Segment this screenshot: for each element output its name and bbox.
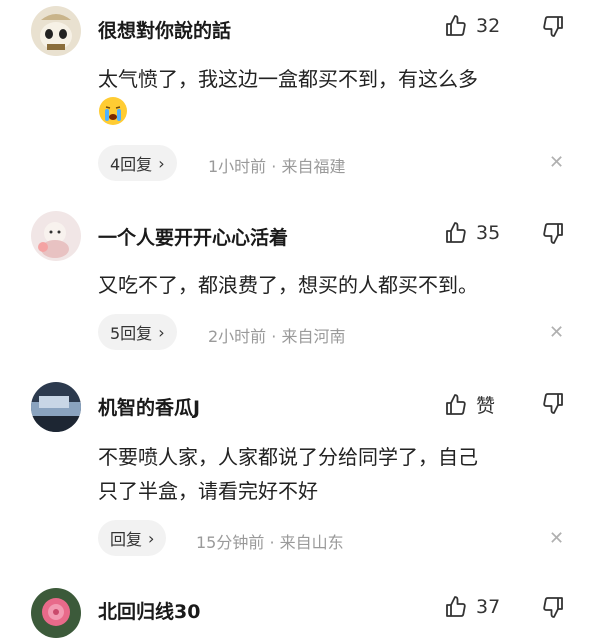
crying-emoji-icon xyxy=(98,96,128,136)
meta-separator: · xyxy=(271,327,277,346)
thumbs-down-icon xyxy=(541,14,565,38)
thumbs-up-icon xyxy=(444,221,468,245)
chevron-right-icon: › xyxy=(158,153,165,173)
comment-meta: 15分钟前 · 来自山东 xyxy=(196,529,344,553)
reply-button[interactable]: 回复 › xyxy=(98,520,167,556)
like-button[interactable]: 35 xyxy=(444,221,500,245)
comment-time: 15分钟前 xyxy=(196,533,265,552)
like-count: 32 xyxy=(476,15,501,37)
comment-location: 来自福建 xyxy=(281,157,346,176)
avatar[interactable] xyxy=(31,382,81,432)
thumbs-down-icon xyxy=(541,391,565,415)
dislike-button[interactable] xyxy=(541,14,565,38)
thumbs-down-icon xyxy=(541,595,565,619)
username[interactable]: 很想對你說的話 xyxy=(98,16,231,43)
comment-time: 2小时前 xyxy=(208,327,267,346)
comment-meta: 2小时前 · 来自河南 xyxy=(208,323,345,347)
reply-button[interactable]: 4回复 › xyxy=(98,145,177,181)
close-icon[interactable]: ✕ xyxy=(549,322,564,343)
like-count: 37 xyxy=(476,596,501,618)
like-button[interactable]: 37 xyxy=(444,595,500,619)
close-icon[interactable]: ✕ xyxy=(549,528,564,549)
chevron-right-icon: › xyxy=(148,528,155,548)
dislike-button[interactable] xyxy=(541,391,565,415)
avatar[interactable] xyxy=(31,588,81,638)
thumbs-up-icon xyxy=(444,595,468,619)
comment-meta: 1小时前 · 来自福建 xyxy=(208,153,345,177)
thumbs-down-icon xyxy=(541,221,565,245)
comment-time: 1小时前 xyxy=(208,157,267,176)
close-icon[interactable]: ✕ xyxy=(549,152,564,173)
comment-text: 太气愤了，我这边一盒都买不到，有这么多 xyxy=(98,62,568,136)
reply-button[interactable]: 5回复 › xyxy=(98,314,177,350)
username[interactable]: 机智的香瓜J xyxy=(98,393,200,420)
dislike-button[interactable] xyxy=(541,221,565,245)
meta-separator: · xyxy=(269,533,275,552)
dislike-button[interactable] xyxy=(541,595,565,619)
thumbs-up-icon xyxy=(444,14,468,38)
comment-location: 来自河南 xyxy=(281,327,346,346)
avatar[interactable] xyxy=(31,211,81,261)
username[interactable]: 一个人要开开心心活着 xyxy=(98,223,288,250)
like-button[interactable]: 赞 xyxy=(444,391,495,418)
comment-text: 不要喷人家，人家都说了分给同学了，自己 只了半盒，请看完好不好 xyxy=(98,445,478,503)
chevron-right-icon: › xyxy=(158,322,165,342)
comment-text: 又吃不了，都浪费了，想买的人都买不到。 xyxy=(98,273,478,297)
like-count: 赞 xyxy=(476,395,496,417)
like-button[interactable]: 32 xyxy=(444,14,500,38)
avatar[interactable] xyxy=(31,6,81,56)
comment-location: 来自山东 xyxy=(279,533,344,552)
meta-separator: · xyxy=(271,157,277,176)
thumbs-up-icon xyxy=(444,393,468,417)
username[interactable]: 北回归线30 xyxy=(98,597,200,624)
like-count: 35 xyxy=(476,222,501,244)
